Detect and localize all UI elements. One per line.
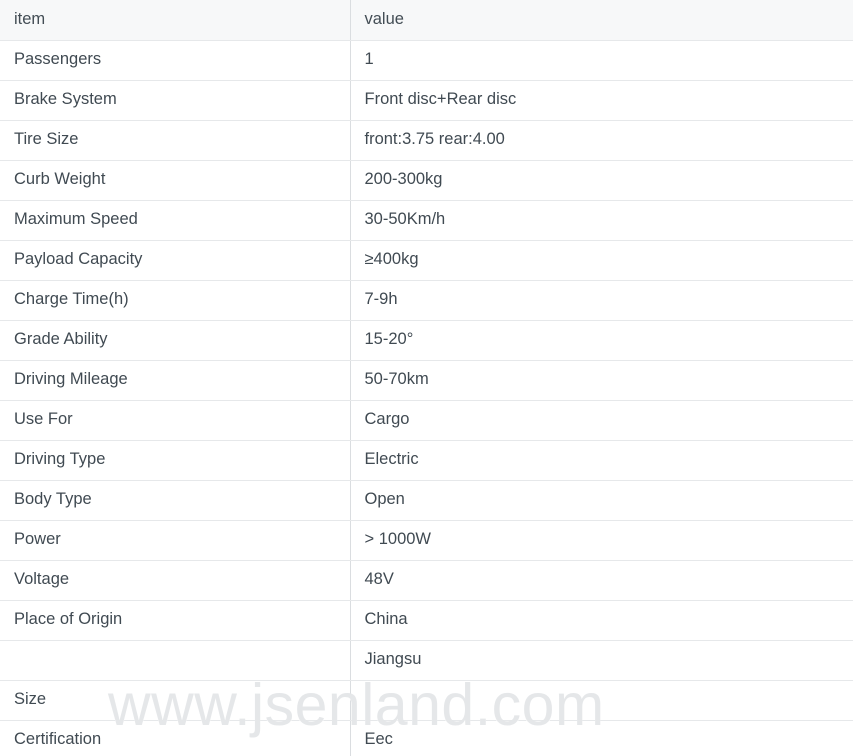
cell-value (350, 680, 853, 721)
cell-item: Brake System (0, 80, 351, 121)
cell-item: Use For (0, 400, 351, 441)
table-row: Voltage 48V (0, 560, 853, 601)
cell-value: 7-9h (350, 280, 853, 321)
cell-item: Driving Type (0, 440, 351, 481)
table-row: Place of Origin China (0, 600, 853, 641)
cell-item: Driving Mileage (0, 360, 351, 401)
cell-value: Jiangsu (350, 640, 853, 681)
cell-value: China (350, 600, 853, 641)
cell-value: 200-300kg (350, 160, 853, 201)
cell-value: Front disc+Rear disc (350, 80, 853, 121)
cell-value: Open (350, 480, 853, 521)
cell-item: Passengers (0, 40, 351, 81)
table-row: Jiangsu (0, 640, 853, 681)
cell-item: Power (0, 520, 351, 561)
table-row: Passengers 1 (0, 40, 853, 81)
cell-value: front:3.75 rear:4.00 (350, 120, 853, 161)
table-row: Driving Type Electric (0, 440, 853, 481)
cell-value: ≥400kg (350, 240, 853, 281)
cell-item: Maximum Speed (0, 200, 351, 241)
table-row: Size (0, 680, 853, 721)
table-row: Grade Ability 15-20° (0, 320, 853, 361)
table-row: Certification Eec (0, 720, 853, 756)
cell-item: Voltage (0, 560, 351, 601)
specification-table: item value Passengers 1 Brake System Front … (0, 0, 853, 756)
table-row: Use For Cargo (0, 400, 853, 441)
cell-item: Tire Size (0, 120, 351, 161)
cell-item: Curb Weight (0, 160, 351, 201)
table-row: Body Type Open (0, 480, 853, 521)
table-row: Tire Size front:3.75 rear:4.00 (0, 120, 853, 161)
cell-value: 30-50Km/h (350, 200, 853, 241)
cell-item: Size (0, 680, 351, 721)
cell-item: Place of Origin (0, 600, 351, 641)
cell-value: > 1000W (350, 520, 853, 561)
table-header: item value (0, 0, 853, 41)
table-row: Payload Capacity ≥400kg (0, 240, 853, 281)
table-row: Driving Mileage 50-70km (0, 360, 853, 401)
table-row: Curb Weight 200-300kg (0, 160, 853, 201)
column-header-value: value (350, 0, 853, 41)
cell-value: Electric (350, 440, 853, 481)
table-row: Brake System Front disc+Rear disc (0, 80, 853, 121)
table-row: Maximum Speed 30-50Km/h (0, 200, 853, 241)
cell-value: 15-20° (350, 320, 853, 361)
cell-item: Charge Time(h) (0, 280, 351, 321)
table-row: Power > 1000W (0, 520, 853, 561)
table-header-row: item value (0, 0, 853, 41)
cell-item: Payload Capacity (0, 240, 351, 281)
cell-value: 48V (350, 560, 853, 601)
table-row: Charge Time(h) 7-9h (0, 280, 853, 321)
cell-value: Cargo (350, 400, 853, 441)
table-body: Passengers 1 Brake System Front disc+Rear d… (0, 40, 853, 756)
cell-item: Certification (0, 720, 351, 756)
cell-item: Grade Ability (0, 320, 351, 361)
cell-value: 1 (350, 40, 853, 81)
cell-item: Body Type (0, 480, 351, 521)
specification-table-container: item value Passengers 1 Brake System Front … (0, 0, 853, 756)
column-header-item: item (0, 0, 351, 41)
cell-item (0, 640, 351, 681)
cell-value: Eec (350, 720, 853, 756)
cell-value: 50-70km (350, 360, 853, 401)
